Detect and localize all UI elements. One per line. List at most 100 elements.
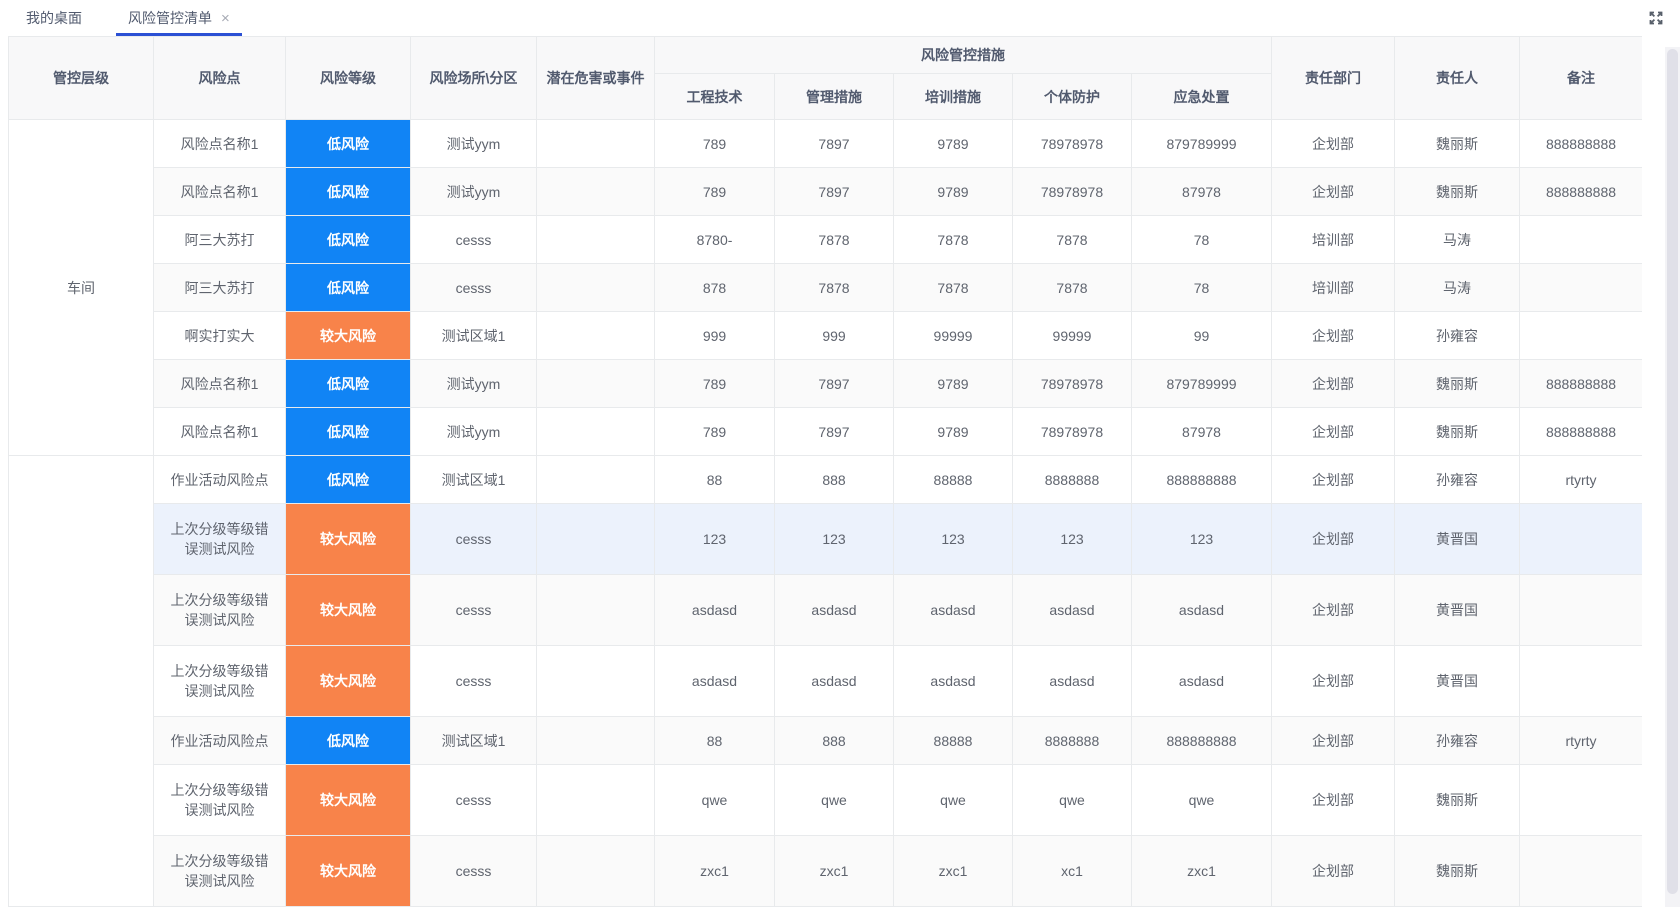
table-row[interactable]: 作业活动风险点 低风险 测试区域1 88 888 88888 8888888 88888888…: [8, 455, 1642, 907]
measure-emergency-cell: 888888888: [1131, 455, 1272, 504]
risk-point-cell: 风险点名称1: [153, 167, 286, 216]
measure-engineering-cell: qwe: [654, 764, 775, 836]
measure-emergency-cell: 99: [1131, 311, 1272, 360]
tab-risk-control-list[interactable]: 风险管控清单 ×: [116, 0, 242, 36]
measure-management-cell: qwe: [774, 764, 894, 836]
table-row[interactable]: 上次分级等级错误测试风险 较大风险 cesss asdasd asdasd asdasd a…: [9, 574, 1642, 646]
department-cell: 企划部: [1271, 311, 1395, 360]
risk-point-cell: 上次分级等级错误测试风险: [153, 835, 286, 907]
table-row[interactable]: 作业活动风险点 低风险 测试区域1 88 888 88888 8888888 88888888…: [9, 716, 1642, 765]
risk-point-cell: 风险点名称1: [153, 119, 286, 168]
potential-hazard-cell: [536, 503, 655, 575]
header-department: 责任部门: [1271, 36, 1395, 120]
table-row[interactable]: 啊实打实大 较大风险 测试区域1 999 999 99999 99999 99 企划部 孙雍容: [9, 311, 1642, 360]
measure-engineering-cell: 88: [654, 716, 775, 765]
department-cell: 企划部: [1271, 716, 1395, 765]
department-cell: 企划部: [1271, 835, 1395, 907]
measure-training-cell: 88888: [893, 716, 1013, 765]
measure-training-cell: 9789: [893, 407, 1013, 456]
measure-emergency-cell: 879789999: [1131, 359, 1272, 408]
measure-engineering-cell: asdasd: [654, 574, 775, 646]
measure-management-cell: 888: [774, 455, 894, 504]
measure-emergency-cell: 78: [1131, 263, 1272, 312]
measure-emergency-cell: zxc1: [1131, 835, 1272, 907]
measure-protection-cell: 8888888: [1012, 716, 1132, 765]
measure-engineering-cell: 123: [654, 503, 775, 575]
measure-protection-cell: 123: [1012, 503, 1132, 575]
table-row[interactable]: 车间 风险点名称1 低风险 测试yym 789 7897 9789 78978978 87978…: [8, 119, 1642, 456]
measure-protection-cell: qwe: [1012, 764, 1132, 836]
person-cell: 孙雍容: [1394, 455, 1520, 504]
measure-management-cell: zxc1: [774, 835, 894, 907]
risk-level-badge: 较大风险: [285, 503, 411, 575]
measure-emergency-cell: 87978: [1131, 167, 1272, 216]
measure-engineering-cell: 789: [654, 359, 775, 408]
risk-point-cell: 啊实打实大: [153, 311, 286, 360]
department-cell: 企划部: [1271, 359, 1395, 408]
measure-protection-cell: 78978978: [1012, 167, 1132, 216]
measure-emergency-cell: 879789999: [1131, 119, 1272, 168]
measure-management-cell: 7897: [774, 167, 894, 216]
table-row[interactable]: 上次分级等级错误测试风险 较大风险 cesss qwe qwe qwe qwe qwe 企划部魏…: [9, 764, 1642, 836]
measure-management-cell: 999: [774, 311, 894, 360]
measure-training-cell: zxc1: [893, 835, 1013, 907]
vertical-scrollbar-thumb[interactable]: [1667, 49, 1678, 894]
measure-emergency-cell: 78: [1131, 215, 1272, 264]
control-level-cell: [8, 455, 154, 907]
table-body: 车间 风险点名称1 低风险 测试yym 789 7897 9789 78978978 87978…: [8, 119, 1642, 907]
table-row[interactable]: 风险点名称1 低风险 测试yym 789 7897 9789 78978978 8797899…: [9, 359, 1642, 408]
person-cell: 黄晋国: [1394, 503, 1520, 575]
measure-training-cell: 88888: [893, 455, 1013, 504]
table-row[interactable]: 阿三大苏打 低风险 cesss 8780- 7878 7878 7878 78 培训部 马涛: [9, 215, 1642, 264]
potential-hazard-cell: [536, 263, 655, 312]
tab-my-desktop[interactable]: 我的桌面: [20, 0, 88, 36]
risk-point-cell: 风险点名称1: [153, 359, 286, 408]
risk-area-cell: cesss: [410, 645, 537, 717]
measure-emergency-cell: qwe: [1131, 764, 1272, 836]
table-row[interactable]: 风险点名称1 低风险 测试yym 789 7897 9789 78978978 87978 企划…: [9, 167, 1642, 216]
department-cell: 企划部: [1271, 119, 1395, 168]
table-row[interactable]: 上次分级等级错误测试风险 较大风险 cesss 123 123 123 123 123 企划部黄…: [9, 503, 1642, 575]
department-cell: 企划部: [1271, 407, 1395, 456]
risk-point-cell: 风险点名称1: [153, 407, 286, 456]
header-risk-point: 风险点: [153, 36, 286, 120]
department-cell: 培训部: [1271, 215, 1395, 264]
vertical-scrollbar[interactable]: [1665, 47, 1680, 907]
fullscreen-expand-icon[interactable]: [1648, 10, 1664, 26]
table-row[interactable]: 上次分级等级错误测试风险 较大风险 cesss asdasd asdasd asdasd a…: [9, 645, 1642, 717]
risk-point-cell: 阿三大苏打: [153, 263, 286, 312]
measure-protection-cell: 99999: [1012, 311, 1132, 360]
risk-control-table: 管控层级 风险点 风险等级 风险场所\分区 潜在危害或事件 风险管控措施 责任部…: [8, 36, 1642, 907]
header-measure-protection: 个体防护: [1012, 73, 1132, 120]
remark-cell: 888888888: [1519, 359, 1642, 408]
measure-management-cell: 7878: [774, 263, 894, 312]
department-cell: 企划部: [1271, 503, 1395, 575]
remark-cell: [1519, 645, 1642, 717]
risk-level-badge: 低风险: [285, 119, 411, 168]
measure-engineering-cell: 999: [654, 311, 775, 360]
risk-area-cell: 测试区域1: [410, 716, 537, 765]
measure-emergency-cell: 888888888: [1131, 716, 1272, 765]
header-measure-engineering: 工程技术: [654, 73, 775, 120]
risk-level-badge: 低风险: [285, 359, 411, 408]
header-person: 责任人: [1394, 36, 1520, 120]
measure-engineering-cell: zxc1: [654, 835, 775, 907]
risk-point-cell: 上次分级等级错误测试风险: [153, 574, 286, 646]
potential-hazard-cell: [536, 407, 655, 456]
risk-area-cell: 测试区域1: [410, 455, 537, 504]
risk-point-cell: 作业活动风险点: [153, 716, 286, 765]
risk-area-cell: 测试yym: [410, 119, 537, 168]
remark-cell: rtyrty: [1519, 455, 1642, 504]
table-row[interactable]: 阿三大苏打 低风险 cesss 878 7878 7878 7878 78 培训部 马涛: [9, 263, 1642, 312]
person-cell: 孙雍容: [1394, 716, 1520, 765]
control-level-cell: 车间: [8, 119, 154, 456]
measure-protection-cell: asdasd: [1012, 574, 1132, 646]
table-row[interactable]: 上次分级等级错误测试风险 较大风险 cesss zxc1 zxc1 zxc1 xc1 zxc1…: [9, 835, 1642, 907]
measure-protection-cell: xc1: [1012, 835, 1132, 907]
potential-hazard-cell: [536, 455, 655, 504]
table-header: 管控层级 风险点 风险等级 风险场所\分区 潜在危害或事件 风险管控措施 责任部…: [8, 36, 1642, 120]
table-row[interactable]: 风险点名称1 低风险 测试yym 789 7897 9789 78978978 87978 企划…: [9, 407, 1642, 456]
close-tab-icon[interactable]: ×: [221, 11, 230, 26]
measure-management-cell: asdasd: [774, 574, 894, 646]
person-cell: 黄晋国: [1394, 574, 1520, 646]
